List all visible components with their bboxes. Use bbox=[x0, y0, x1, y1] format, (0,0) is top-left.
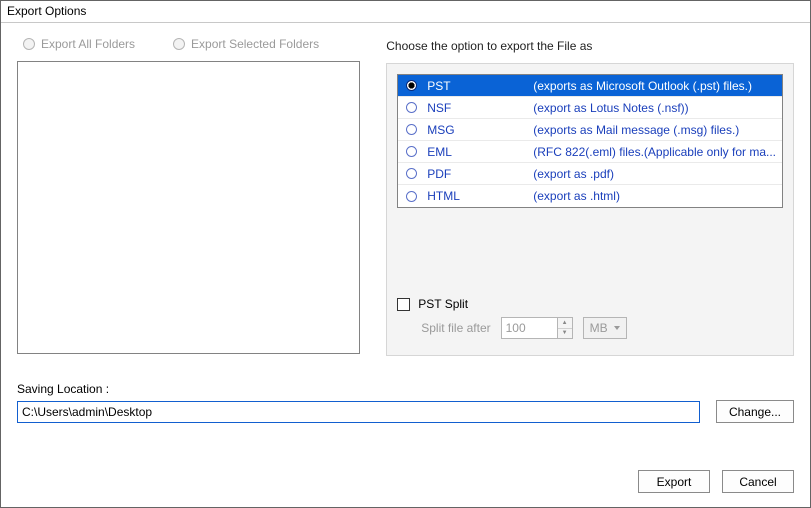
dialog-content: Export All Folders Export Selected Folde… bbox=[1, 23, 810, 507]
radio-icon bbox=[406, 191, 417, 202]
radio-icon bbox=[406, 168, 417, 179]
format-desc: (exports as Mail message (.msg) files.) bbox=[533, 123, 776, 137]
format-name: NSF bbox=[427, 101, 523, 115]
format-desc: (export as Lotus Notes (.nsf)) bbox=[533, 101, 776, 115]
radio-icon bbox=[406, 80, 417, 91]
chevron-down-icon bbox=[614, 326, 620, 330]
format-desc: (export as .pdf) bbox=[533, 167, 776, 181]
pst-split-checkbox[interactable] bbox=[397, 298, 410, 311]
split-size-input bbox=[501, 317, 557, 339]
radio-export-selected: Export Selected Folders bbox=[173, 37, 319, 51]
format-option-nsf[interactable]: NSF (export as Lotus Notes (.nsf)) bbox=[398, 97, 782, 119]
radio-icon bbox=[23, 38, 35, 50]
radio-icon bbox=[406, 146, 417, 157]
format-name: EML bbox=[427, 145, 523, 159]
split-size-stepper: ▲ ▼ bbox=[501, 317, 573, 339]
split-unit-value: MB bbox=[590, 321, 608, 335]
radio-icon bbox=[406, 102, 417, 113]
format-name: HTML bbox=[427, 189, 523, 203]
saving-location-input[interactable] bbox=[17, 401, 700, 423]
radio-export-all-label: Export All Folders bbox=[41, 37, 135, 51]
radio-icon bbox=[406, 124, 417, 135]
folder-tree-box[interactable] bbox=[17, 61, 360, 354]
pst-split-section: PST Split Split file after ▲ ▼ MB bbox=[397, 297, 783, 339]
format-option-msg[interactable]: MSG (exports as Mail message (.msg) files… bbox=[398, 119, 782, 141]
format-name: PDF bbox=[427, 167, 523, 181]
format-desc: (export as .html) bbox=[533, 189, 776, 203]
change-button[interactable]: Change... bbox=[716, 400, 794, 423]
window-title: Export Options bbox=[1, 1, 810, 23]
format-option-eml[interactable]: EML (RFC 822(.eml) files.(Applicable only… bbox=[398, 141, 782, 163]
radio-export-selected-label: Export Selected Folders bbox=[191, 37, 319, 51]
format-list: PST (exports as Microsoft Outlook (.pst) … bbox=[397, 74, 783, 208]
format-option-html[interactable]: HTML (export as .html) bbox=[398, 185, 782, 207]
format-name: MSG bbox=[427, 123, 523, 137]
split-unit-dropdown: MB bbox=[583, 317, 627, 339]
pst-split-label: PST Split bbox=[418, 297, 468, 311]
format-desc: (RFC 822(.eml) files.(Applicable only fo… bbox=[533, 145, 776, 159]
saving-location-label: Saving Location : bbox=[17, 382, 794, 396]
export-button[interactable]: Export bbox=[638, 470, 710, 493]
choose-format-label: Choose the option to export the File as bbox=[386, 39, 794, 53]
format-option-pst[interactable]: PST (exports as Microsoft Outlook (.pst) … bbox=[398, 75, 782, 97]
split-after-label: Split file after bbox=[421, 321, 490, 335]
format-option-pdf[interactable]: PDF (export as .pdf) bbox=[398, 163, 782, 185]
format-desc: (exports as Microsoft Outlook (.pst) fil… bbox=[533, 79, 776, 93]
radio-export-all: Export All Folders bbox=[23, 37, 135, 51]
format-groupbox: PST (exports as Microsoft Outlook (.pst) … bbox=[386, 63, 794, 356]
cancel-button[interactable]: Cancel bbox=[722, 470, 794, 493]
spin-down-icon: ▼ bbox=[558, 329, 572, 339]
radio-icon bbox=[173, 38, 185, 50]
format-name: PST bbox=[427, 79, 523, 93]
spin-up-icon: ▲ bbox=[558, 318, 572, 329]
